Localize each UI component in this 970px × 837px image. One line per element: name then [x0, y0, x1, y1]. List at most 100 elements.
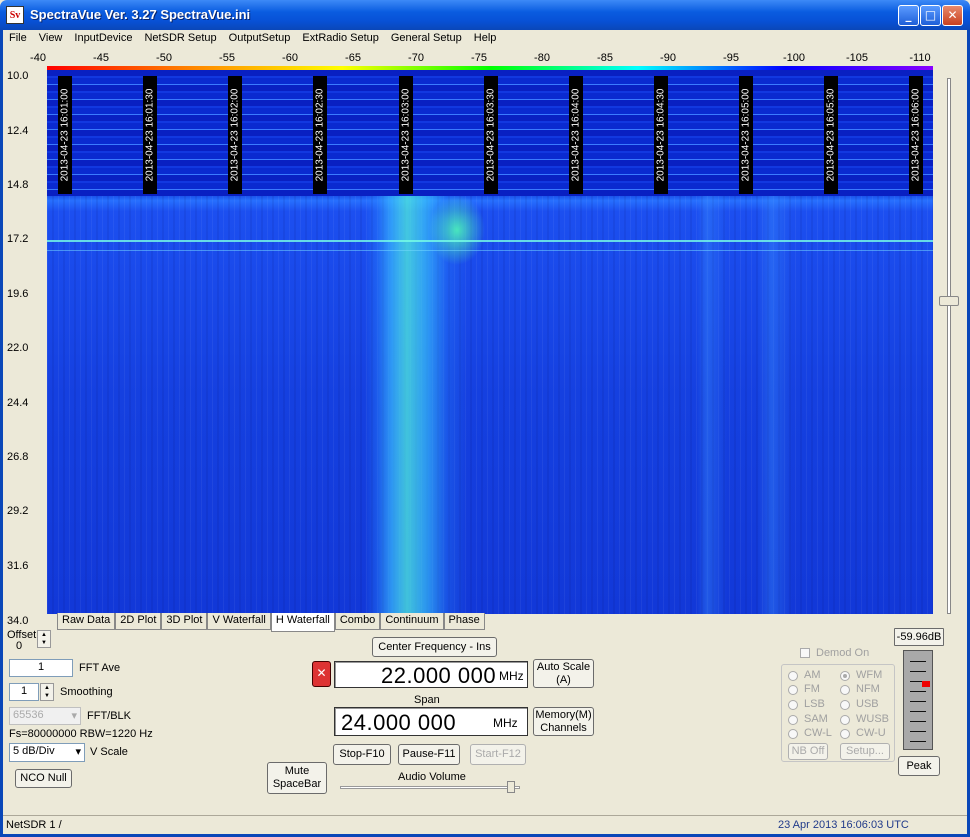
span-display[interactable]: 24.000 000 MHz — [334, 707, 528, 736]
y-axis-label: 22.0 — [7, 342, 29, 354]
demod-on-label: Demod On — [816, 647, 870, 659]
menu-netsdr-setup[interactable]: NetSDR Setup — [138, 30, 222, 48]
scale-label: -55 — [219, 52, 235, 64]
vscale-select[interactable]: 5 dB/Div ▾ — [9, 743, 85, 762]
maximize-icon[interactable]: □ — [920, 5, 941, 26]
mute-label: Mute — [284, 765, 310, 778]
radio-cw-l[interactable] — [788, 729, 798, 739]
fft-ave-label: FFT Ave — [79, 662, 121, 674]
radio-nfm-label: NFM — [856, 683, 880, 695]
menu-inputdevice[interactable]: InputDevice — [68, 30, 138, 48]
tab-phase[interactable]: Phase — [443, 613, 485, 630]
radio-fm[interactable] — [788, 685, 798, 695]
peak-button[interactable]: Peak — [898, 756, 940, 776]
record-button[interactable]: ✕ — [312, 661, 331, 687]
radio-wfm[interactable] — [840, 671, 850, 681]
radio-usb-label: USB — [856, 698, 879, 710]
radio-sam[interactable] — [788, 715, 798, 725]
tab-combo[interactable]: Combo — [334, 613, 381, 630]
waterfall-slider-track[interactable] — [947, 78, 951, 614]
demod-on-checkbox[interactable] — [800, 648, 810, 658]
tab-h-waterfall[interactable]: H Waterfall — [270, 613, 335, 632]
stop-button[interactable]: Stop-F10 — [333, 744, 391, 765]
fft-blk-value: 65536 — [13, 709, 44, 721]
center-frequency-button[interactable]: Center Frequency - Ins — [372, 637, 497, 657]
waterfall-slider-thumb[interactable] — [939, 296, 959, 306]
scale-label: -85 — [597, 52, 613, 64]
minimize-icon[interactable]: _ — [898, 5, 919, 26]
menu-general-setup[interactable]: General Setup — [385, 30, 468, 48]
menu-outputsetup[interactable]: OutputSetup — [223, 30, 297, 48]
meter-tick — [910, 731, 926, 732]
status-datetime: 23 Apr 2013 16:06:03 UTC — [778, 819, 909, 831]
pause-button[interactable]: Pause-F11 — [398, 744, 460, 765]
menu-extradio-setup[interactable]: ExtRadio Setup — [296, 30, 384, 48]
scale-label: -110 — [909, 52, 931, 64]
radio-am[interactable] — [788, 671, 798, 681]
auto-scale-shortcut: (A) — [556, 673, 571, 686]
tab-2d-plot[interactable]: 2D Plot — [115, 613, 162, 630]
close-icon: ✕ — [316, 666, 327, 681]
status-bar: NetSDR 1 / 23 Apr 2013 16:06:03 UTC — [3, 815, 967, 834]
radio-usb[interactable] — [840, 700, 850, 710]
memory-channels-button[interactable]: Memory(M) Channels — [533, 707, 594, 736]
radio-cw-u[interactable] — [840, 729, 850, 739]
y-axis-label: 24.4 — [7, 397, 29, 409]
tab-3d-plot[interactable]: 3D Plot — [161, 613, 208, 630]
chevron-down-icon: ▾ — [71, 710, 77, 722]
y-axis-label: 26.8 — [7, 451, 29, 463]
demod-group: AM FM LSB SAM CW-L WFM NFM USB WUSB CW-U… — [781, 664, 895, 762]
scale-label: -105 — [845, 52, 869, 64]
menu-help[interactable]: Help — [468, 30, 503, 48]
center-frequency-value: 22.000 000 — [381, 663, 497, 688]
scale-label: -90 — [660, 52, 676, 64]
auto-scale-button[interactable]: Auto Scale (A) — [533, 659, 594, 688]
tab-v-waterfall[interactable]: V Waterfall — [207, 613, 271, 630]
audio-volume-track[interactable] — [340, 786, 520, 789]
title-bar[interactable]: Sv SpectraVue Ver. 3.27 SpectraVue.ini _… — [0, 0, 970, 30]
meter-tick — [910, 711, 926, 712]
tab-raw-data[interactable]: Raw Data — [57, 613, 116, 630]
radio-lsb[interactable] — [788, 700, 798, 710]
radio-nfm[interactable] — [840, 685, 850, 695]
demod-setup-button[interactable]: Setup... — [840, 743, 890, 760]
fft-blk-select[interactable]: 65536 ▾ — [9, 707, 81, 725]
smoothing-label: Smoothing — [60, 686, 113, 698]
app-icon[interactable]: Sv — [6, 6, 24, 24]
y-axis-label: 19.6 — [7, 288, 29, 300]
radio-wusb[interactable] — [840, 715, 850, 725]
timestamp-label: 2013-04-23 16:06:00 — [909, 76, 923, 194]
radio-cw-l-label: CW-L — [804, 727, 832, 739]
timestamp-label: 2013-04-23 16:01:00 — [58, 76, 72, 194]
y-axis-label: 17.2 — [7, 233, 29, 245]
auto-scale-label: Auto Scale — [536, 660, 591, 673]
waterfall-line — [47, 250, 933, 251]
audio-volume-thumb[interactable] — [507, 781, 515, 793]
waterfall-line — [47, 240, 933, 242]
radio-wfm-label: WFM — [856, 669, 883, 681]
scale-label: -50 — [156, 52, 172, 64]
meter-level-bar — [922, 681, 930, 687]
fs-rbw-info: Fs=80000000 RBW=1220 Hz — [9, 728, 153, 740]
scale-label: -40 — [30, 52, 46, 64]
y-axis-label: 10.0 — [7, 70, 29, 82]
nb-off-button[interactable]: NB Off — [788, 743, 828, 760]
nco-null-button[interactable]: NCO Null — [15, 769, 72, 788]
tab-continuum[interactable]: Continuum — [380, 613, 444, 630]
center-frequency-unit: MHz — [499, 669, 524, 683]
menu-file[interactable]: File — [3, 30, 33, 48]
offset-spinner[interactable]: ▲ ▼ — [37, 630, 51, 648]
waterfall-display[interactable]: 2013-04-23 16:01:00 2013-04-23 16:01:30 … — [47, 70, 933, 614]
menu-view[interactable]: View — [33, 30, 69, 48]
mute-button[interactable]: Mute SpaceBar — [267, 762, 327, 794]
fft-ave-input[interactable]: 1 — [9, 659, 73, 677]
scale-label: -65 — [345, 52, 361, 64]
smoothing-input[interactable]: 1 — [9, 683, 39, 701]
smoothing-spinner[interactable]: ▲ ▼ — [40, 683, 54, 701]
close-icon[interactable]: ✕ — [942, 5, 963, 26]
center-frequency-display[interactable]: 22.000 000 MHz — [334, 661, 528, 688]
menu-bar: File View InputDevice NetSDR Setup Outpu… — [3, 30, 967, 48]
channels-label: Channels — [540, 721, 587, 734]
start-button[interactable]: Start-F12 — [470, 744, 526, 765]
span-label: Span — [414, 694, 440, 706]
